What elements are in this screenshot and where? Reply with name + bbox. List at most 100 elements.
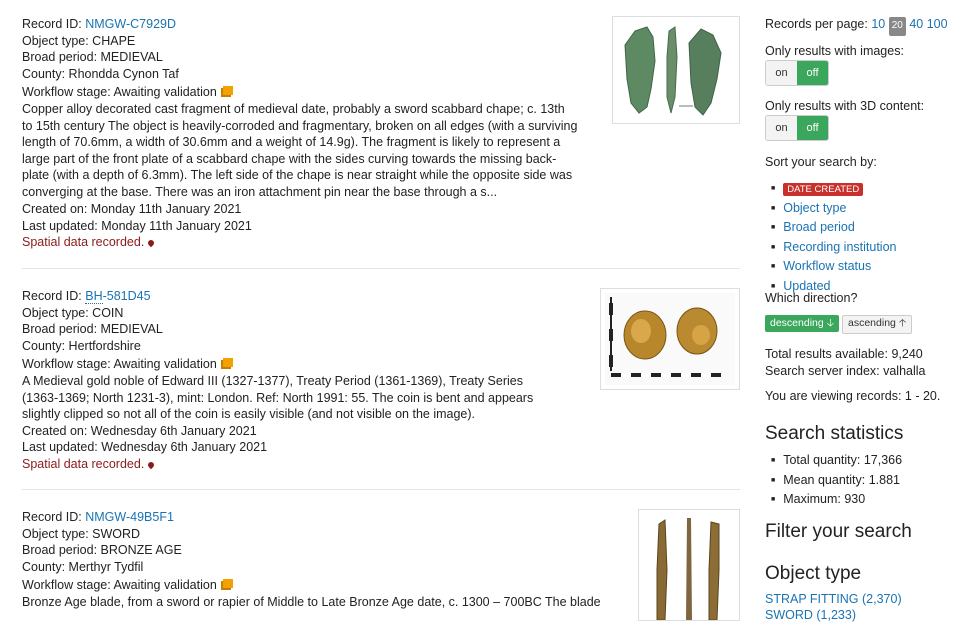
sort-recording-institution[interactable]: Recording institution: [783, 240, 896, 254]
facet-link[interactable]: SWORD (1,233): [765, 608, 856, 622]
ascending-label: ascending: [848, 317, 896, 329]
record-id-label: Record ID:: [22, 289, 82, 303]
sort-item[interactable]: Object type: [775, 200, 897, 220]
sort-item: DATE CREATED: [775, 180, 897, 200]
created-date: Created on: Wednesday 6th January 2021: [22, 423, 257, 438]
record-id-rest: -581D45: [102, 289, 151, 303]
descending-button[interactable]: descending 🡣: [765, 315, 840, 332]
institution-abbr: BH: [85, 289, 103, 304]
record-id: Record ID: BH-581D45: [22, 288, 582, 305]
coin-image: [605, 293, 735, 385]
workflow-flag-icon: [222, 358, 233, 368]
per-page-10[interactable]: 10: [871, 17, 885, 31]
workflow-flag-icon: [222, 86, 233, 96]
record-thumbnail[interactable]: [612, 16, 740, 124]
workflow-flag-icon: [222, 579, 233, 589]
workflow-stage: Workflow stage: Awaiting validation: [22, 84, 602, 101]
toggle-off[interactable]: off: [797, 116, 828, 140]
broad-period: Broad period: MEDIEVAL: [22, 50, 163, 65]
broad-period: Broad period: MEDIEVAL: [22, 322, 163, 337]
map-pin-icon: [147, 460, 156, 470]
workflow-text: Workflow stage: Awaiting validation: [22, 357, 217, 372]
sort-object-type[interactable]: Object type: [783, 201, 846, 215]
object-type: Object type: CHAPE: [22, 33, 136, 48]
record-id: Record ID: NMGW-C7929D: [22, 16, 602, 33]
record-id: Record ID: NMGW-49B5F1: [22, 509, 622, 526]
record-item: Record ID: NMGW-C7929D Object type: CHAP…: [22, 0, 740, 269]
server-index: Search server index: valhalla: [765, 364, 926, 378]
record-item: Record ID: NMGW-49B5F1 Object type: SWOR…: [22, 490, 740, 630]
spatial-data[interactable]: Spatial data recorded.: [22, 456, 582, 473]
record-description: Copper alloy decorated cast fragment of …: [22, 101, 578, 201]
sort-label: Sort your search by:: [765, 155, 877, 169]
stats-heading: Search statistics: [765, 423, 904, 444]
record-id-link[interactable]: BH-581D45: [85, 289, 151, 304]
per-page-20-selected: 20: [888, 17, 906, 36]
toggle-on[interactable]: on: [766, 116, 797, 140]
county: County: Rhondda Cynon Taf: [22, 66, 179, 81]
updated-date: Last updated: Monday 11th January 2021: [22, 218, 252, 233]
facet-strap-fitting[interactable]: STRAP FITTING (2,370): [765, 591, 902, 608]
arrow-up-icon: 🡡: [898, 317, 907, 329]
ascending-button[interactable]: ascending 🡡: [842, 315, 913, 334]
stat-item: Maximum: 930: [775, 491, 902, 511]
sort-active-badge: DATE CREATED: [783, 183, 864, 196]
threeD-toggle[interactable]: on off: [765, 115, 829, 141]
sort-broad-period[interactable]: Broad period: [783, 220, 855, 234]
viewing-records: You are viewing records: 1 - 20.: [765, 389, 941, 403]
sort-options: DATE CREATED Object type Broad period Re…: [775, 180, 897, 298]
record-thumbnail[interactable]: [600, 288, 740, 390]
object-type: Object type: SWORD: [22, 526, 141, 541]
records-per-page: Records per page: 10 20 40 100: [765, 16, 948, 36]
county: County: Merthyr Tydfil: [22, 559, 144, 574]
map-pin-icon: [147, 238, 156, 248]
record-item: Record ID: BH-581D45 Object type: COIN B…: [22, 269, 740, 490]
results-list: Record ID: NMGW-C7929D Object type: CHAP…: [22, 0, 740, 630]
workflow-stage: Workflow stage: Awaiting validation: [22, 356, 582, 373]
workflow-stage: Workflow stage: Awaiting validation: [22, 577, 622, 594]
chape-image: [624, 26, 722, 116]
record-thumbnail[interactable]: [638, 509, 740, 621]
facet-link[interactable]: STRAP FITTING (2,370): [765, 592, 902, 606]
record-id-link[interactable]: NMGW-C7929D: [85, 17, 176, 31]
record-id-link[interactable]: NMGW-49B5F1: [85, 510, 174, 524]
object-type: Object type: COIN: [22, 305, 124, 320]
spatial-text: Spatial data recorded.: [22, 456, 145, 471]
workflow-text: Workflow stage: Awaiting validation: [22, 85, 217, 100]
record-id-label: Record ID:: [22, 510, 82, 524]
object-type-heading: Object type: [765, 563, 862, 584]
sort-workflow-status[interactable]: Workflow status: [783, 259, 871, 273]
per-page-100[interactable]: 100: [927, 17, 948, 31]
stat-item: Mean quantity: 1.881: [775, 472, 902, 492]
facet-sword[interactable]: SWORD (1,233): [765, 607, 856, 624]
stats-list: Total quantity: 17,366 Mean quantity: 1.…: [775, 452, 902, 511]
threeD-filter-label: Only results with 3D content:: [765, 99, 925, 113]
images-filter-label: Only results with images:: [765, 44, 904, 58]
per-page-40[interactable]: 40: [909, 17, 923, 31]
record-description: A Medieval gold noble of Edward III (132…: [22, 373, 534, 422]
sort-item[interactable]: Broad period: [775, 219, 897, 239]
toggle-off[interactable]: off: [797, 61, 828, 85]
toggle-on[interactable]: on: [766, 61, 797, 85]
updated-date: Last updated: Wednesday 6th January 2021: [22, 440, 268, 455]
direction-label: Which direction?: [765, 291, 858, 305]
created-date: Created on: Monday 11th January 2021: [22, 202, 242, 216]
workflow-text: Workflow stage: Awaiting validation: [22, 578, 217, 593]
total-results: Total results available: 9,240: [765, 347, 923, 361]
sort-item[interactable]: Workflow status: [775, 258, 897, 278]
sort-item[interactable]: Recording institution: [775, 239, 896, 259]
arrow-down-icon: 🡣: [826, 317, 835, 329]
records-per-page-label: Records per page:: [765, 17, 868, 31]
sword-image: [656, 518, 720, 620]
spatial-data[interactable]: Spatial data recorded.: [22, 234, 252, 251]
county: County: Hertfordshire: [22, 338, 141, 353]
broad-period: Broad period: BRONZE AGE: [22, 543, 182, 558]
description-text: Copper alloy decorated cast fragment of …: [22, 102, 578, 199]
record-id-label: Record ID:: [22, 17, 82, 31]
images-toggle[interactable]: on off: [765, 60, 829, 86]
record-description: Bronze Age blade, from a sword or rapier…: [22, 594, 601, 609]
spatial-text: Spatial data recorded.: [22, 235, 145, 250]
filter-heading: Filter your search: [765, 521, 912, 542]
descending-label: descending: [770, 317, 824, 329]
stat-item: Total quantity: 17,366: [775, 452, 902, 472]
